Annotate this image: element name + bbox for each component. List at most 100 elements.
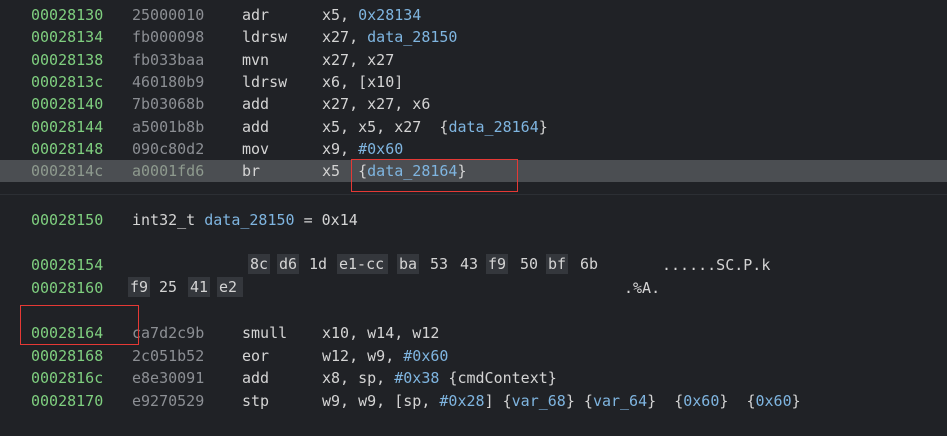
instruction-address[interactable]: 00028130	[31, 4, 103, 26]
operand-text: {cmdContext}	[439, 369, 557, 387]
hex-row-address[interactable]: 00028154	[31, 254, 103, 276]
instruction-operands: w12, w9, #0x60	[322, 345, 448, 367]
instruction-bytes: e8e30091	[132, 369, 205, 387]
data-type: int32_t	[132, 211, 205, 229]
instruction-row[interactable]: 00028134 fb000098 ldrsw x27, data_28150	[0, 26, 947, 48]
instruction-address[interactable]: 00028148	[31, 138, 103, 160]
hex-row-address[interactable]: 00028160	[31, 277, 103, 299]
instruction-bytes: 460180b9	[132, 72, 205, 91]
instruction-address[interactable]: 00028144	[31, 116, 103, 138]
instruction-row[interactable]: 00028138 fb033baa mvn x27, x27	[0, 49, 947, 71]
operand-text: }	[791, 391, 801, 410]
instruction-mnemonic: mvn	[242, 50, 270, 69]
instruction-operands: x5, x5, x27 {data_28164}	[322, 116, 548, 138]
symbol-reference[interactable]: var_64	[593, 392, 647, 410]
data-value: = 0x14	[294, 211, 358, 229]
instruction-row[interactable]: 00028148 090c80d2 mov x9, #0x60	[0, 138, 947, 160]
operand-text: x8, sp,	[322, 369, 395, 387]
instruction-mnemonic: stp	[242, 391, 270, 410]
operand-text: ] {	[484, 391, 512, 410]
instruction-mnemonic: br	[242, 162, 261, 181]
hex-byte-cell[interactable]: 1d	[307, 254, 329, 274]
instruction-address[interactable]: 0002814c	[31, 160, 103, 182]
instruction-operands: w9, w9, [sp, #0x28] {var_68} {var_64} {0…	[322, 390, 801, 412]
operand-text: x5,	[322, 6, 359, 24]
instruction-row[interactable]: 00028140 7b03068b add x27, x27, x6	[0, 93, 947, 115]
operand-text: x10, w14, w12	[322, 324, 440, 342]
hex-byte-cell[interactable]: f9	[486, 254, 509, 274]
operand-text: #0x28	[439, 391, 485, 410]
instruction-mnemonic: mov	[242, 139, 270, 158]
operand-text: x5, x5, x27 {	[322, 117, 449, 136]
instruction-bytes: ca7d2c9b	[132, 324, 205, 342]
symbol-reference[interactable]: 0x60	[683, 392, 719, 410]
instruction-mnemonic: smull	[242, 324, 288, 342]
instruction-bytes: a5001b8b	[132, 117, 205, 136]
instruction-operands: x9, #0x60	[322, 138, 403, 160]
hex-byte-cell[interactable]: e2	[217, 276, 244, 297]
instruction-operands: x5 {data_28164}	[322, 160, 467, 182]
hex-byte-cell[interactable]: ba	[397, 254, 420, 274]
symbol-reference[interactable]: 0x60	[756, 392, 792, 410]
instruction-bytes: fb033baa	[132, 50, 205, 69]
instruction-bytes: a0001fd6	[132, 162, 205, 181]
hex-byte-cell[interactable]: 43	[458, 254, 480, 274]
symbol-reference[interactable]: data_28164	[448, 118, 538, 136]
symbol-reference[interactable]: data_28150	[367, 28, 457, 46]
hex-byte-cell[interactable]: bf	[546, 254, 569, 274]
hex-byte-cell[interactable]: 50	[518, 254, 540, 274]
hex-ascii-dump: ......SC.P.k	[662, 256, 771, 274]
section-divider	[0, 194, 947, 207]
hex-byte-cell[interactable]: e1-cc	[337, 254, 389, 274]
hex-byte-cell[interactable]: 53	[428, 254, 450, 274]
data-address[interactable]: 00028150	[31, 209, 103, 231]
instruction-row-clipped	[0, 414, 947, 436]
instruction-row[interactable]: 0002813c 460180b9 ldrsw x6, [x10]	[0, 71, 947, 93]
symbol-reference[interactable]: var_68	[512, 392, 566, 410]
operand-text: } {	[565, 391, 593, 410]
operand-text: #0x60	[358, 139, 404, 158]
instruction-bytes: fb000098	[132, 28, 205, 47]
instruction-address[interactable]: 00028140	[31, 93, 103, 115]
instruction-mnemonic: eor	[242, 346, 270, 365]
instruction-row[interactable]: 0002816c e8e30091 add x8, sp, #0x38 {cmdCon…	[0, 367, 947, 389]
hex-byte-cell[interactable]: 41	[188, 276, 211, 297]
operand-text: }	[538, 117, 548, 136]
instruction-row[interactable]: 00028164 ca7d2c9b smull x10, w14, w12	[0, 322, 947, 344]
symbol-reference[interactable]: data_28164	[367, 162, 457, 180]
instruction-bytes: e9270529	[132, 391, 205, 410]
hex-byte-cell[interactable]: d6	[277, 254, 300, 274]
instruction-address[interactable]: 00028164	[31, 322, 103, 344]
hex-byte-cell[interactable]: 25	[157, 277, 179, 297]
hex-byte-cell[interactable]: 6b	[578, 254, 600, 274]
instruction-address[interactable]: 0002813c	[31, 71, 103, 93]
instruction-address[interactable]: 0002816c	[31, 367, 103, 389]
instruction-bytes: 25000010	[132, 6, 205, 24]
hex-data-row[interactable]: 00028160 f9 25 41 e2 .%A.	[0, 276, 947, 299]
hex-data-row[interactable]: 00028154 8c d6 1d e1-cc ba 53 43 f9 50 bf 6b ......S…	[0, 254, 947, 276]
operand-text: w12, w9,	[322, 346, 404, 365]
instruction-address[interactable]: 00028134	[31, 26, 103, 48]
operand-text: x27,	[322, 28, 368, 47]
operand-text: }	[457, 162, 467, 181]
instruction-row[interactable]: 00028130 25000010 adr x5, 0x28134	[0, 4, 947, 26]
instruction-address[interactable]: 00028168	[31, 345, 103, 367]
operand-text: x27, x27, x6	[322, 95, 431, 114]
hex-byte-cell[interactable]: 8c	[248, 254, 271, 274]
instruction-operands: x27, x27, x6	[322, 93, 430, 115]
hex-byte-cell[interactable]: f9	[128, 276, 151, 297]
instruction-row[interactable]: 00028144 a5001b8b add x5, x5, x27 {data_281…	[0, 116, 947, 138]
instruction-bytes: 7b03068b	[132, 95, 205, 114]
instruction-mnemonic: ldrsw	[242, 72, 288, 91]
instruction-row[interactable]: 00028168 2c051b52 eor w12, w9, #0x60	[0, 345, 947, 367]
data-symbol-name[interactable]: data_28150	[204, 211, 294, 229]
operand-text: x9,	[322, 139, 359, 158]
instruction-address[interactable]: 00028138	[31, 49, 103, 71]
operand-text: x6, [x10]	[322, 72, 404, 91]
operand-text: x27, x27	[322, 50, 395, 69]
data-declaration-row[interactable]: 00028150 int32_t data_28150 = 0x14	[0, 209, 947, 231]
instruction-row[interactable]: 00028170 e9270529 stp w9, w9, [sp, #0x28] {…	[0, 390, 947, 412]
instruction-row[interactable]: 0002814c a0001fd6 br x5 {data_28164}	[0, 160, 947, 183]
instruction-address[interactable]: 00028170	[31, 390, 103, 412]
instruction-operands: x6, [x10]	[322, 71, 403, 93]
